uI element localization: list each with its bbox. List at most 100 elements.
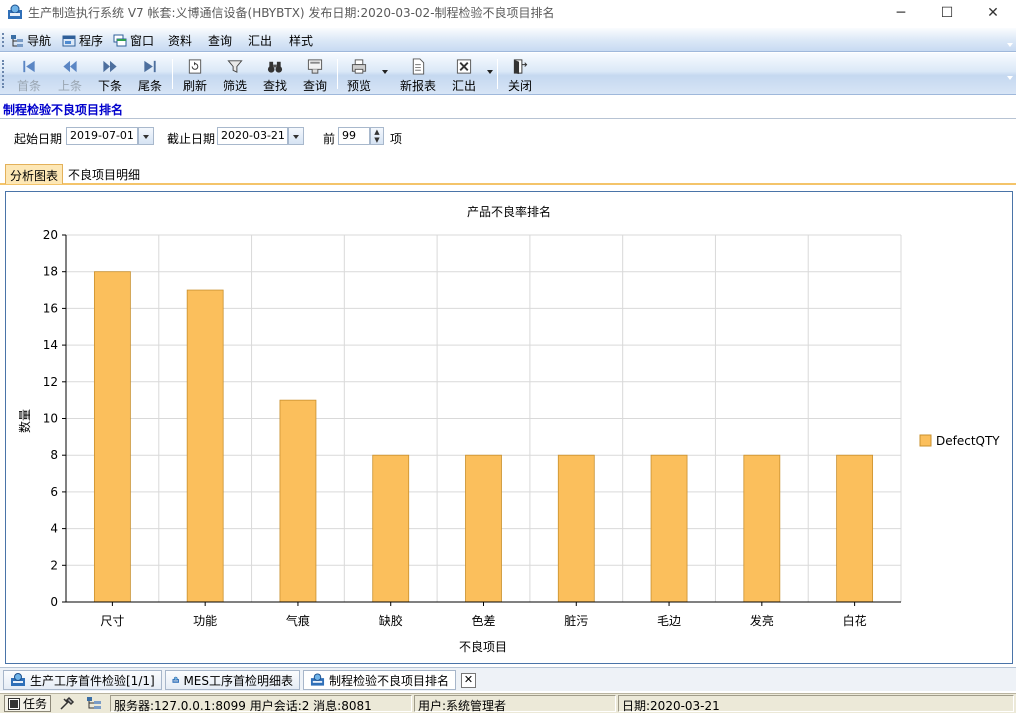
bar-功能 [186,289,224,603]
menu-program[interactable]: 程序 [62,32,103,49]
menu-navigate-label: 导航 [27,34,52,48]
doc-tab-defect-ranking[interactable]: 制程检验不良项目排名 [303,670,456,690]
find-label: 查找 [262,79,287,93]
query-label: 查询 [302,79,327,93]
query-button[interactable]: 查询 [295,56,335,94]
top-n-spinner[interactable]: ▲ ▼ [370,127,384,145]
x-tick-label: 功能 [193,614,217,628]
doc-tab-first-article-inspection[interactable]: 生产工序首件检验[1/1] [3,670,162,690]
top-n-field[interactable]: 99 [338,127,370,145]
toolbar-overflow-icon[interactable] [1006,71,1014,80]
chart-bars [93,271,874,603]
toolbar-separator [337,59,338,89]
start-date-field[interactable]: 2019-07-01 [66,127,138,145]
menu-data-label: 资料 [168,34,193,48]
task-icon [8,697,20,710]
export-dropdown-icon[interactable] [487,70,493,74]
minimize-button[interactable]: ─ [878,0,924,26]
y-tick-label: 8 [50,448,58,462]
tab-underline [0,183,1016,185]
y-tick-label: 18 [43,265,58,279]
new-report-button[interactable]: 新报表 [398,56,438,94]
tools-icon[interactable] [59,696,75,711]
menu-export[interactable]: 汇出 [248,32,272,49]
user-status: 用户:系统管理者 [414,695,616,713]
first-record-icon [23,60,35,73]
menu-style-label: 样式 [289,34,314,48]
menubar-overflow-icon[interactable] [1006,38,1014,47]
close-button[interactable]: 关闭 [500,56,540,94]
task-button[interactable]: 任务 [4,695,52,712]
menu-export-label: 汇出 [248,34,273,48]
window-title: 生产制造执行系统 V7 帐套:义博通信设备(HBYBTX) 发布日期:2020-… [28,6,555,20]
date-status: 日期:2020-03-21 [618,695,1014,713]
app-icon [8,4,22,19]
close-tab-icon[interactable]: ✕ [461,673,476,688]
preview-button[interactable]: 预览 [339,56,379,94]
preview-dropdown-icon[interactable] [382,70,388,74]
doc-tab-label: 制程检验不良项目排名 [328,673,449,688]
toolbar: 首条 上条 下条 尾条 刷新 筛选 查找 查询 预览 新报表 汇出 关闭 [0,53,1016,95]
navigate-icon [11,34,23,47]
menu-data[interactable]: 资料 [168,32,192,49]
exit-door-icon [513,59,528,75]
menu-style[interactable]: 样式 [289,32,313,49]
menubar-grip [2,33,5,47]
last-record-button[interactable]: 尾条 [130,56,170,94]
menu-program-label: 程序 [79,34,104,48]
top-n-label: 前 [323,132,336,146]
y-tick-label: 10 [43,412,58,426]
maximize-button[interactable]: ☐ [924,0,970,26]
report-icon [172,676,179,683]
last-record-icon [144,60,156,73]
new-report-label: 新报表 [399,79,436,93]
chart-title: 产品不良率排名 [467,204,551,219]
x-tick-label: 发亮 [750,613,774,628]
start-date-dropdown-icon[interactable] [138,127,154,145]
export-button[interactable]: 汇出 [444,56,484,94]
find-button[interactable]: 查找 [255,56,295,94]
navigate-tree-icon[interactable] [86,696,102,711]
close-window-button[interactable]: ✕ [970,0,1016,26]
printer-icon [351,59,367,74]
refresh-button[interactable]: 刷新 [175,56,215,94]
chart-legend: DefectQTY [919,434,1000,448]
preview-label: 预览 [346,79,371,93]
bar-色差 [465,454,502,603]
x-tick-label: 白花 [843,613,867,628]
export-label: 汇出 [451,79,476,93]
next-record-button[interactable]: 下条 [90,56,130,94]
x-tick-label: 毛边 [657,614,681,628]
x-tick-label: 尺寸 [100,614,124,628]
y-tick-label: 16 [43,301,58,315]
next-record-icon [103,60,117,73]
header-divider [0,118,1016,119]
menu-navigate[interactable]: 导航 [10,32,51,49]
menu-window[interactable]: 窗口 [113,32,154,49]
end-date-field[interactable]: 2020-03-21 [217,127,288,145]
end-date-label: 截止日期 [167,132,216,146]
menu-window-label: 窗口 [130,34,155,48]
refresh-icon [188,59,202,74]
prev-record-button[interactable]: 上条 [50,56,90,94]
menu-query[interactable]: 查询 [208,32,232,49]
doc-tab-mes-first-check-detail[interactable]: MES工序首检明细表 [165,670,300,690]
binoculars-icon [267,61,283,73]
first-record-button[interactable]: 首条 [9,56,49,94]
end-date-dropdown-icon[interactable] [288,127,304,145]
tab-analysis-chart[interactable]: 分析图表 [5,164,64,184]
tab-defect-details[interactable]: 不良项目明细 [64,164,144,184]
defect-ranking-chart: 产品不良率排名 0 2 4 6 8 10 12 14 16 18 20 尺寸 功能 气痕 缺胶 色差 脏污 毛边 发… [17,204,1000,654]
page-title: 制程检验不良项目排名 [3,103,124,117]
prev-record-icon [63,60,77,73]
task-label: 任务 [23,697,48,711]
x-tick-label: 气痕 [286,613,310,628]
legend-swatch [919,434,932,447]
close-label: 关闭 [507,79,532,93]
filter-button[interactable]: 筛选 [215,56,255,94]
bar-缺胶 [372,454,410,603]
y-tick-label: 4 [50,522,58,536]
y-tick-label: 20 [43,228,58,242]
refresh-label: 刷新 [182,79,207,93]
window-titlebar: 生产制造执行系统 V7 帐套:义博通信设备(HBYBTX) 发布日期:2020-… [0,0,1016,26]
